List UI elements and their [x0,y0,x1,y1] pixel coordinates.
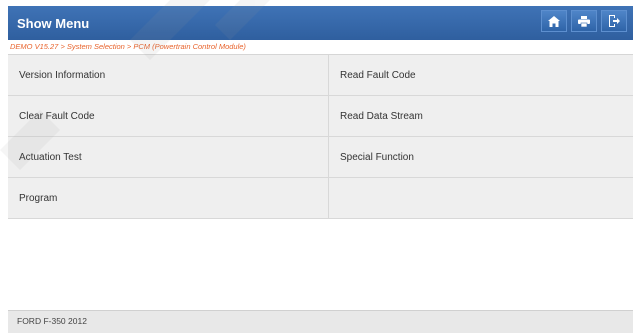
menu-item-empty [329,178,633,219]
status-bar: FORD F-350 2012 [8,310,633,333]
menu-item-label: Read Fault Code [340,69,416,81]
menu-item-label: Read Data Stream [340,110,423,122]
menu-item-label: Clear Fault Code [19,110,95,122]
print-button[interactable] [571,10,597,32]
function-menu: Version Information Read Fault Code Clea… [8,55,633,219]
menu-item-label: Actuation Test [19,151,82,163]
menu-item-label: Special Function [340,151,414,163]
home-button[interactable] [541,10,567,32]
menu-item-version-information[interactable]: Version Information [8,55,329,96]
app-window: Show Menu DEMO V15.27 > System Selection… [8,6,633,333]
exit-button[interactable] [601,10,627,32]
menu-item-special-function[interactable]: Special Function [329,137,633,178]
page-title: Show Menu [17,15,90,31]
toolbar-buttons [541,10,627,32]
menu-item-read-fault-code[interactable]: Read Fault Code [329,55,633,96]
menu-item-label: Version Information [19,69,106,81]
title-bar: Show Menu [8,6,633,40]
menu-item-program[interactable]: Program [8,178,329,219]
vehicle-info: FORD F-350 2012 [17,316,87,326]
menu-item-actuation-test[interactable]: Actuation Test [8,137,329,178]
home-icon [548,15,560,27]
menu-item-clear-fault-code[interactable]: Clear Fault Code [8,96,329,137]
menu-item-read-data-stream[interactable]: Read Data Stream [329,96,633,137]
breadcrumb: DEMO V15.27 > System Selection > PCM (Po… [8,40,633,55]
print-icon [578,15,590,27]
menu-item-label: Program [19,192,58,204]
exit-icon [609,15,620,27]
